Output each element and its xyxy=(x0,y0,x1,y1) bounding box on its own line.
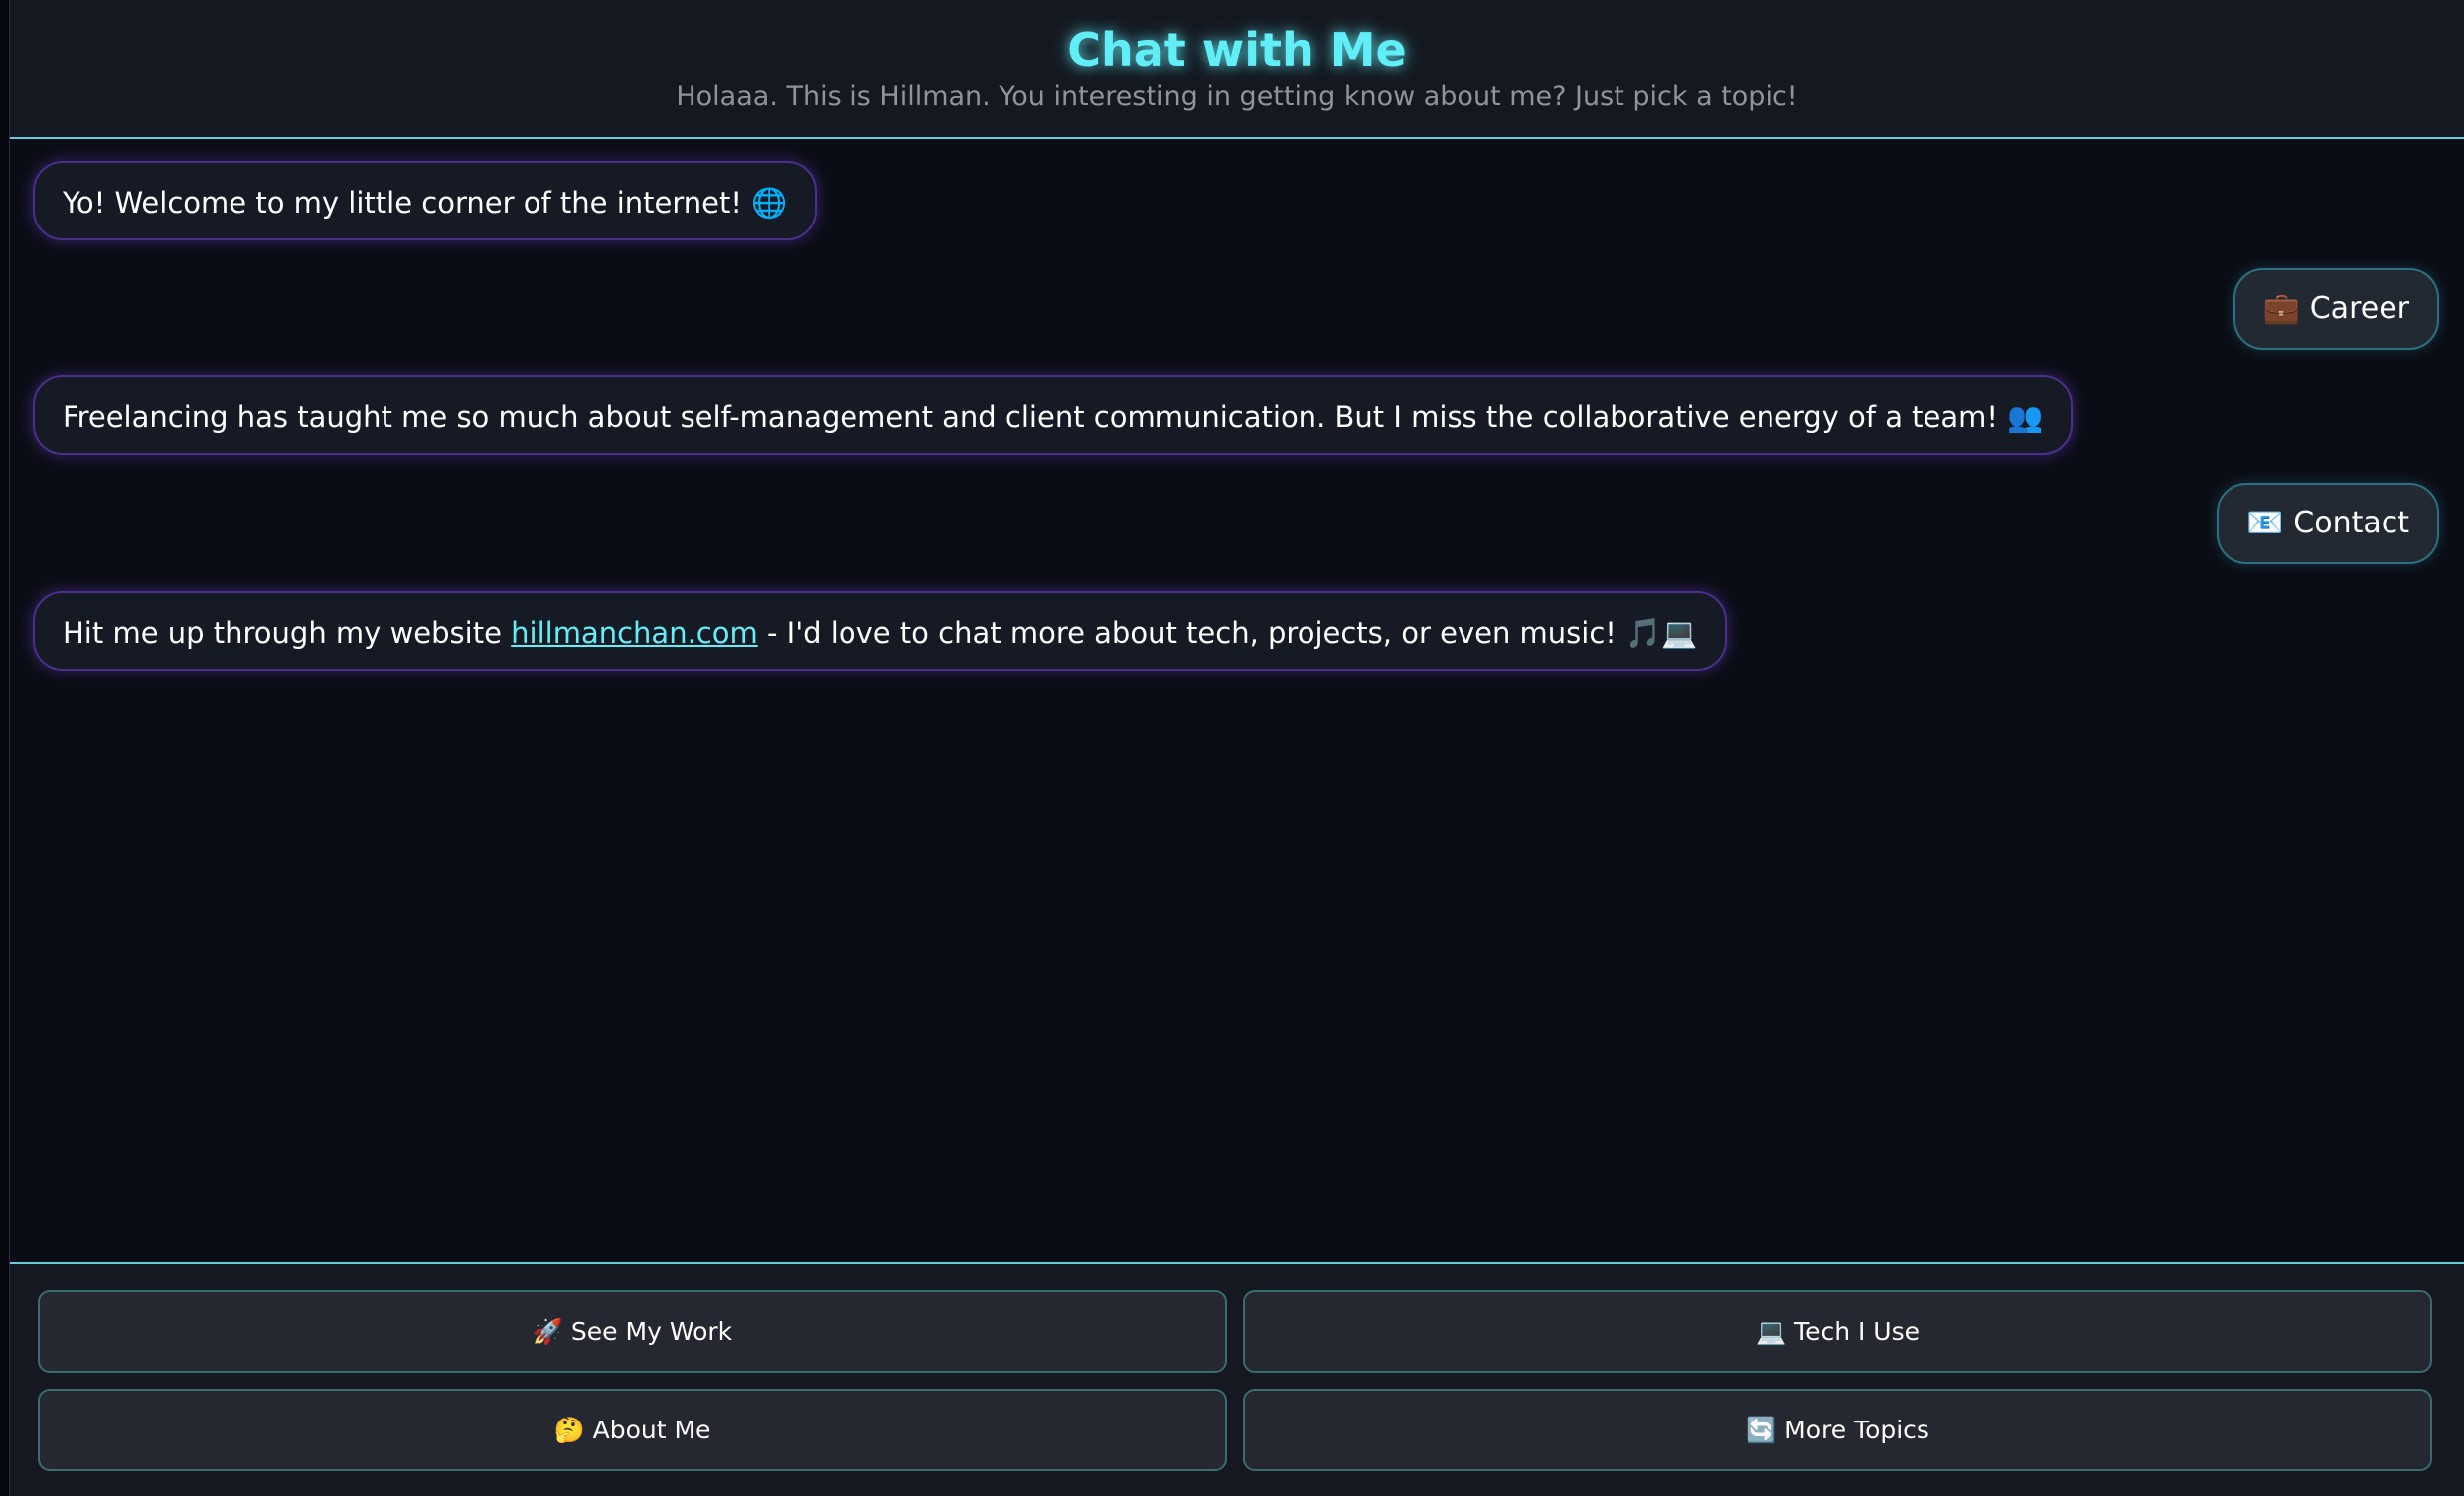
bot-message: Freelancing has taught me so much about … xyxy=(33,375,2074,455)
see-my-work-button[interactable]: 🚀 See My Work xyxy=(38,1290,1227,1373)
user-message-contact: 📧 Contact xyxy=(2217,483,2439,564)
message-text: 💼 Career xyxy=(2262,291,2409,326)
tech-i-use-button[interactable]: 💻 Tech I Use xyxy=(1243,1290,2432,1373)
message-text-suffix: - I'd love to chat more about tech, proj… xyxy=(757,616,1698,650)
page-title: Chat with Me xyxy=(1067,23,1407,76)
message-text: Freelancing has taught me so much about … xyxy=(63,400,2044,434)
about-me-button[interactable]: 🤔 About Me xyxy=(38,1389,1227,1471)
message-text: Yo! Welcome to my little corner of the i… xyxy=(63,186,788,220)
chat-messages[interactable]: Yo! Welcome to my little corner of the i… xyxy=(10,139,2464,1262)
message-text: 📧 Contact xyxy=(2246,506,2409,540)
website-link[interactable]: hillmanchan.com xyxy=(511,616,758,650)
message-text-prefix: Hit me up through my website xyxy=(63,616,512,650)
chat-header: Chat with Me Holaaa. This is Hillman. Yo… xyxy=(10,0,2464,139)
bot-message: Yo! Welcome to my little corner of the i… xyxy=(33,161,818,240)
chat-app: Chat with Me Holaaa. This is Hillman. Yo… xyxy=(0,0,2464,1496)
more-topics-button[interactable]: 🔄 More Topics xyxy=(1243,1389,2432,1471)
user-message-career: 💼 Career xyxy=(2233,268,2439,350)
bot-message: Hit me up through my website hillmanchan… xyxy=(33,591,1728,671)
page-subtitle: Holaaa. This is Hillman. You interesting… xyxy=(676,81,1798,112)
window-edge xyxy=(0,0,10,1496)
topic-picker: 🚀 See My Work 💻 Tech I Use 🤔 About Me 🔄 … xyxy=(10,1262,2464,1496)
